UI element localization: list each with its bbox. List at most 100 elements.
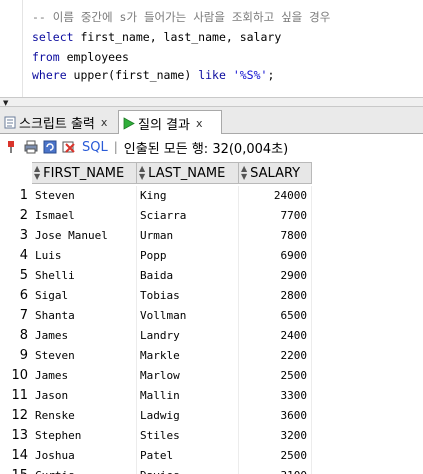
cell-first-name[interactable]: Steven — [32, 346, 137, 366]
row-number: 12 — [11, 408, 28, 423]
cell-first-name[interactable]: Shanta — [32, 306, 137, 326]
cell-salary[interactable]: 2500 — [239, 446, 312, 466]
table-row[interactable]: 3 Jose Manuel Urman 7800 — [0, 226, 312, 246]
cell-salary[interactable]: 7800 — [239, 226, 312, 246]
row-number: 8 — [19, 328, 28, 343]
column-header-last-name[interactable]: ▲ ▼ LAST_NAME — [137, 162, 239, 184]
cell-first-name[interactable]: Steven — [32, 186, 137, 206]
tab-query-result[interactable]: 질의 결과 x — [118, 110, 222, 135]
table-row[interactable]: 10 James Marlow 2500 — [0, 366, 312, 386]
cell-first-name[interactable]: Stephen — [32, 426, 137, 446]
tab-query-result-label: 질의 결과 — [138, 117, 190, 133]
cell-salary[interactable]: 24000 — [239, 186, 312, 206]
table-row[interactable]: 11 Jason Mallin 3300 — [0, 386, 312, 406]
row-number: 1 — [19, 188, 28, 203]
row-number: 10 — [11, 368, 28, 383]
cell-last-name[interactable]: Popp — [137, 246, 239, 266]
cell-last-name[interactable]: Mallin — [137, 386, 239, 406]
cell-salary[interactable]: 2500 — [239, 366, 312, 386]
column-header-salary[interactable]: ▲ ▼ SALARY — [239, 162, 312, 184]
cell-last-name[interactable]: Marlow — [137, 366, 239, 386]
row-number: 7 — [19, 308, 28, 323]
cell-first-name[interactable]: Shelli — [32, 266, 137, 286]
table-row[interactable]: 14 Joshua Patel 2500 — [0, 446, 312, 466]
sort-arrows-icon[interactable]: ▲ ▼ — [34, 165, 40, 181]
cell-first-name[interactable]: Curtis — [32, 466, 137, 474]
cell-salary[interactable]: 2400 — [239, 326, 312, 346]
tab-script-output[interactable]: 스크립트 출력 x — [0, 110, 118, 134]
cell-first-name[interactable]: Joshua — [32, 446, 137, 466]
cell-first-name[interactable]: Jose Manuel — [32, 226, 137, 246]
row-number: 14 — [11, 448, 28, 463]
cell-salary[interactable]: 3300 — [239, 386, 312, 406]
cell-last-name[interactable]: Patel — [137, 446, 239, 466]
row-number: 15 — [0, 466, 32, 474]
tab-script-output-close[interactable]: x — [101, 116, 108, 129]
refresh-icon[interactable] — [43, 140, 57, 154]
row-number: 13 — [11, 428, 28, 443]
code-line-select: select first_name, last_name, salary — [32, 30, 282, 44]
table-row[interactable]: 9 Steven Markle 2200 — [0, 346, 312, 366]
cell-salary[interactable]: 3200 — [239, 426, 312, 446]
cell-first-name[interactable]: James — [32, 326, 137, 346]
play-icon — [123, 116, 135, 130]
row-number: 11 — [11, 388, 28, 403]
row-number: 6 — [19, 288, 28, 303]
cell-last-name[interactable]: Urman — [137, 226, 239, 246]
table-row[interactable]: 13 Stephen Stiles 3200 — [0, 426, 312, 446]
cell-last-name[interactable]: Sciarra — [137, 206, 239, 226]
table-row[interactable]: 7 Shanta Vollman 6500 — [0, 306, 312, 326]
table-row[interactable]: 4 Luis Popp 6900 — [0, 246, 312, 266]
cell-last-name[interactable]: Stiles — [137, 426, 239, 446]
sql-link[interactable]: SQL — [82, 140, 108, 155]
cell-first-name[interactable]: Sigal — [32, 286, 137, 306]
cell-salary[interactable]: 2800 — [239, 286, 312, 306]
table-row[interactable]: 5 Shelli Baida 2900 — [0, 266, 312, 286]
cell-last-name[interactable]: Vollman — [137, 306, 239, 326]
tab-query-result-close[interactable]: x — [196, 117, 203, 130]
sql-editor[interactable]: -- 이름 중간에 s가 들어가는 사람을 조회하고 싶을 경우 select … — [0, 0, 423, 97]
cell-first-name[interactable]: Ismael — [32, 206, 137, 226]
table-row[interactable]: 6 Sigal Tobias 2800 — [0, 286, 312, 306]
table-row[interactable]: 1 Steven King 24000 — [0, 186, 312, 206]
cell-last-name[interactable]: Baida — [137, 266, 239, 286]
column-header-first-name[interactable]: ▲ ▼ FIRST_NAME — [32, 162, 137, 184]
table-row[interactable]: 2 Ismael Sciarra 7700 — [0, 206, 312, 226]
row-number: 3 — [19, 228, 28, 243]
code-line-where: where upper(first_name) like '%S%'; — [32, 68, 275, 82]
cell-salary[interactable]: 6500 — [239, 306, 312, 326]
row-number: 5 — [19, 268, 28, 283]
cell-first-name[interactable]: James — [32, 366, 137, 386]
fetch-status: 인출된 모든 행: 32(0,004초) — [123, 141, 289, 157]
cell-last-name[interactable]: Markle — [137, 346, 239, 366]
sort-arrows-icon[interactable]: ▲ ▼ — [241, 165, 247, 181]
pin-icon[interactable] — [5, 140, 19, 154]
panel-splitter[interactable]: ▼ — [0, 97, 423, 107]
collapse-triangle-icon[interactable]: ▼ — [3, 100, 8, 107]
cell-first-name[interactable]: Renske — [32, 406, 137, 426]
row-number: 2 — [19, 208, 28, 223]
cell-first-name[interactable]: Luis — [32, 246, 137, 266]
cell-last-name[interactable]: Ladwig — [137, 406, 239, 426]
table-row[interactable]: 12 Renske Ladwig 3600 — [0, 406, 312, 426]
cell-last-name[interactable]: King — [137, 186, 239, 206]
tab-script-output-label: 스크립트 출력 — [19, 116, 95, 132]
cell-salary[interactable]: 3600 — [239, 406, 312, 426]
export-icon[interactable] — [62, 140, 76, 154]
cell-last-name[interactable]: Landry — [137, 326, 239, 346]
row-number: 9 — [19, 348, 28, 363]
script-output-icon — [4, 116, 16, 128]
cell-salary[interactable]: 2900 — [239, 266, 312, 286]
table-row[interactable]: 15CurtisDavies3100 — [0, 466, 312, 474]
print-icon[interactable] — [24, 140, 38, 154]
cell-last-name[interactable]: Tobias — [137, 286, 239, 306]
cell-first-name[interactable]: Jason — [32, 386, 137, 406]
cell-salary[interactable]: 2200 — [239, 346, 312, 366]
cell-salary[interactable]: 3100 — [239, 466, 312, 474]
table-row[interactable]: 8 James Landry 2400 — [0, 326, 312, 346]
sort-arrows-icon[interactable]: ▲ ▼ — [139, 165, 145, 181]
row-number: 4 — [19, 248, 28, 263]
cell-salary[interactable]: 6900 — [239, 246, 312, 266]
cell-salary[interactable]: 7700 — [239, 206, 312, 226]
cell-last-name[interactable]: Davies — [137, 466, 239, 474]
